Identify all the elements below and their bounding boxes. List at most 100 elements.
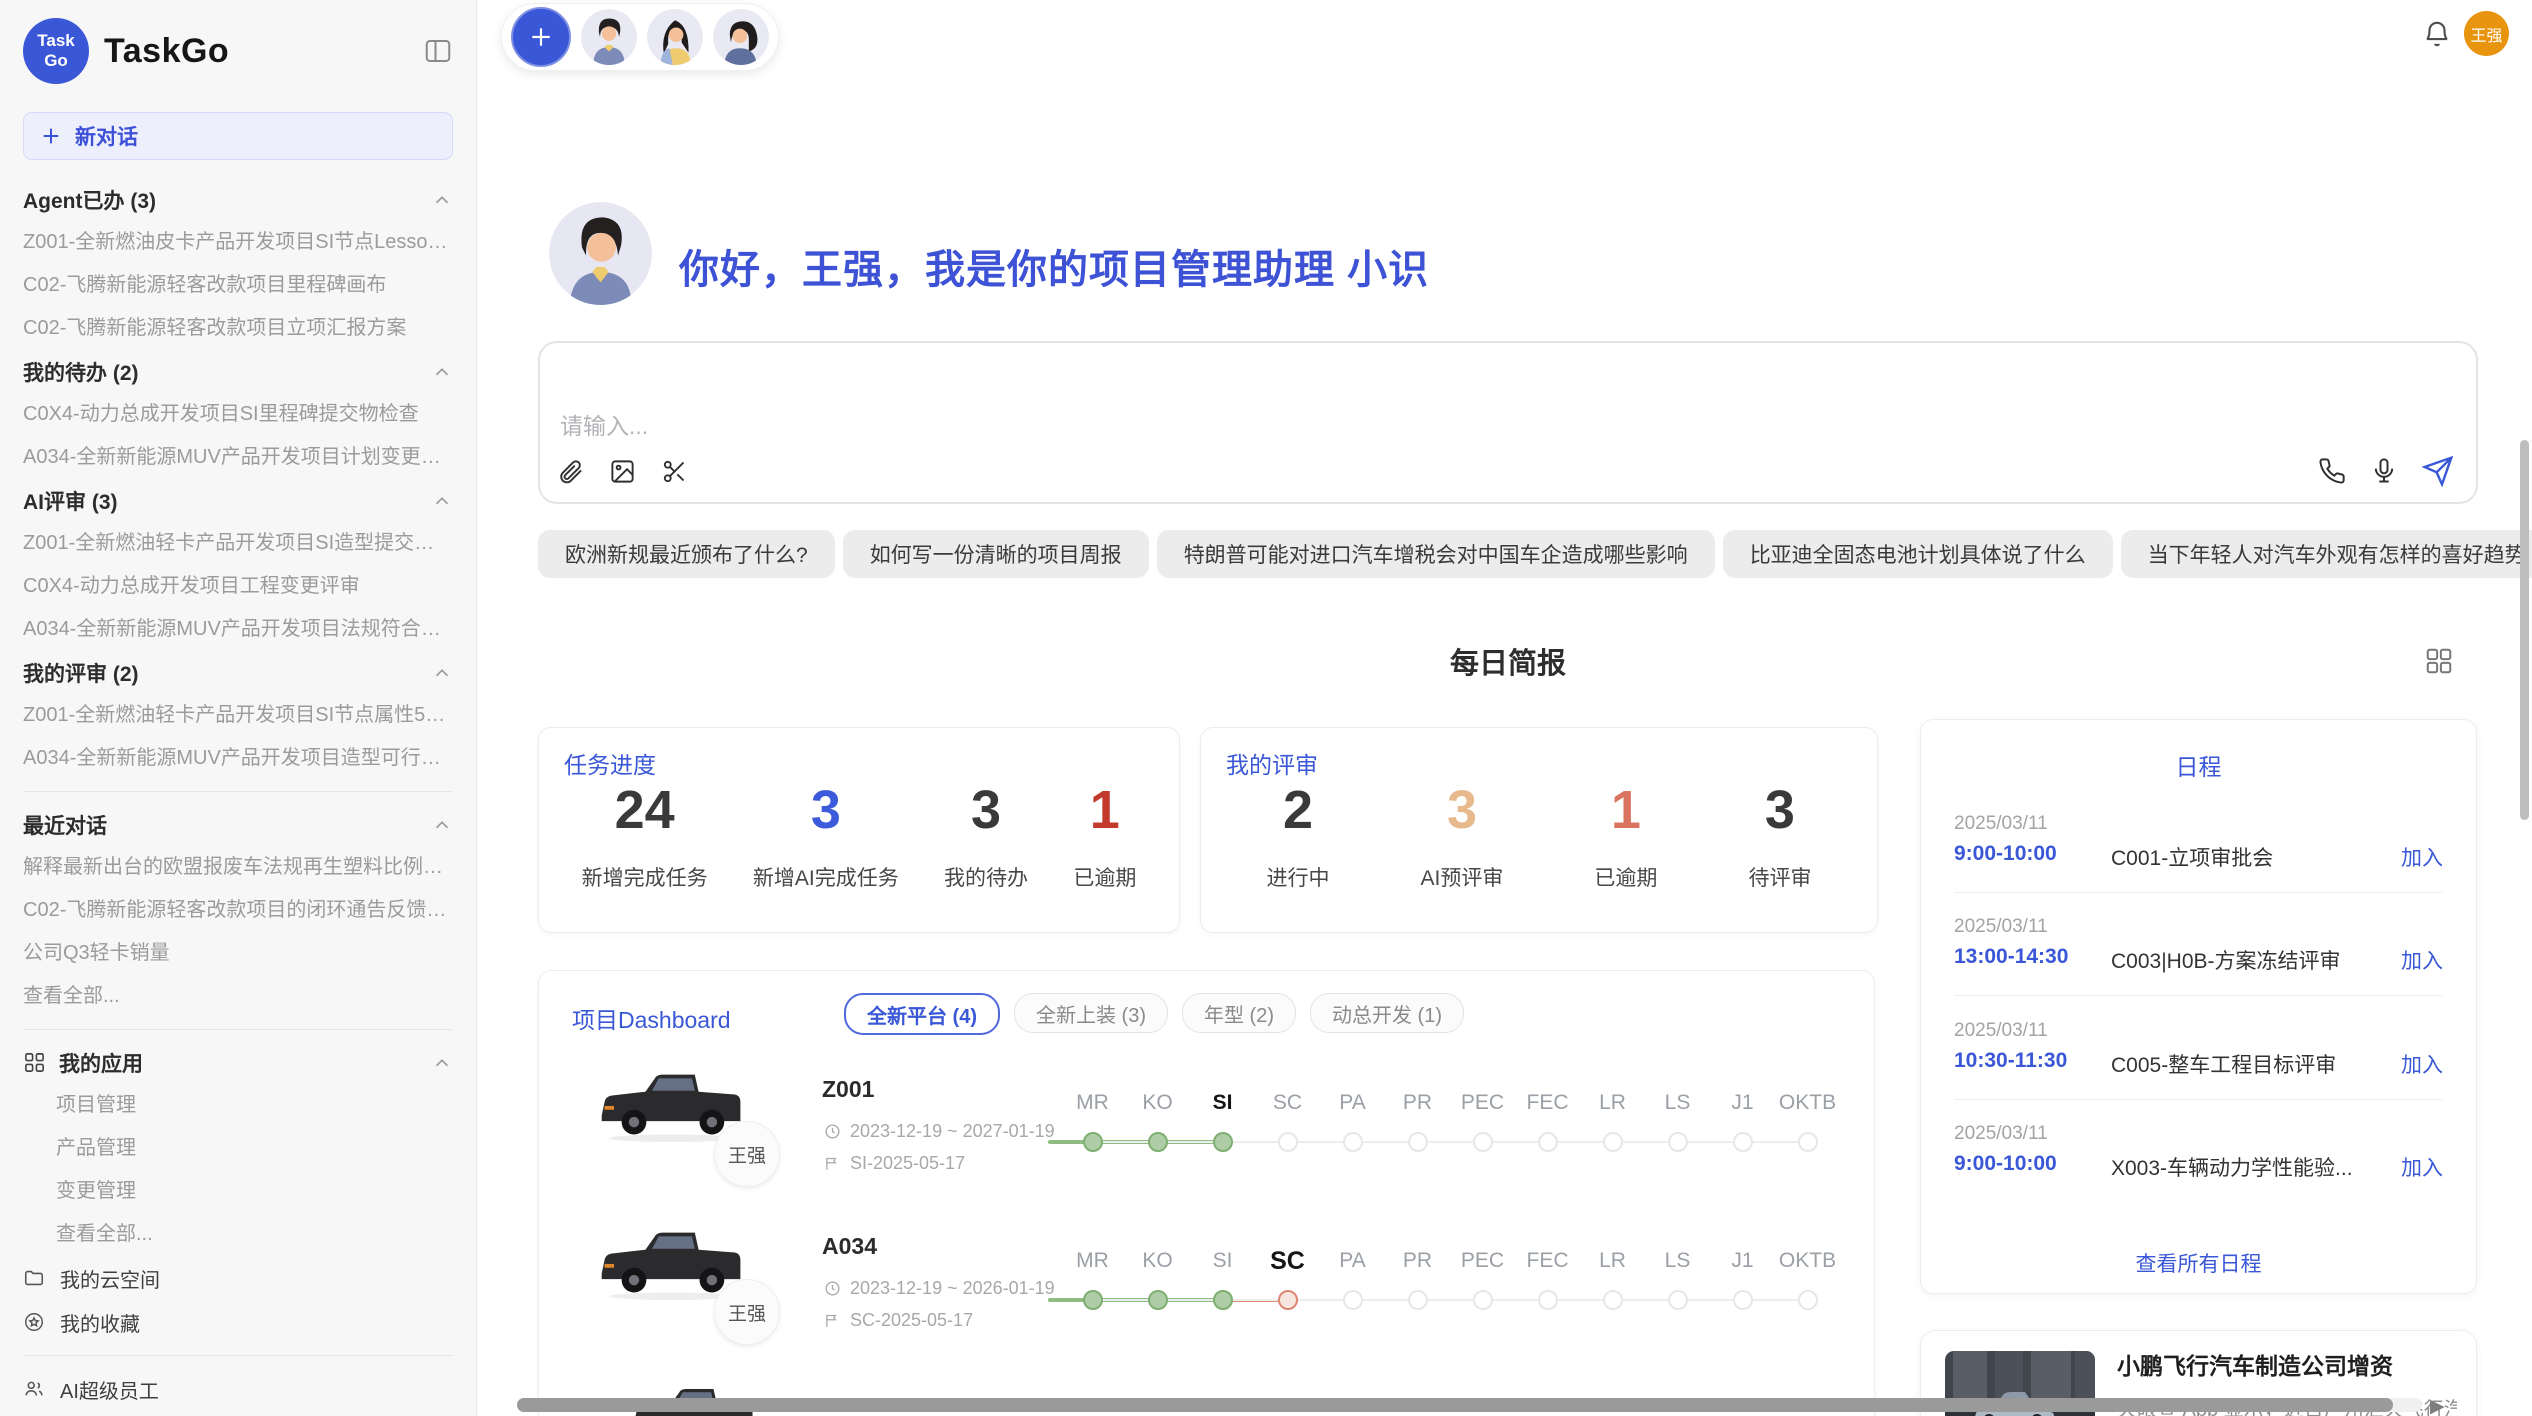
clock-icon [824,1123,841,1140]
milestone-dot-pending [1408,1132,1428,1152]
sidebar-item[interactable]: C02-飞腾新能源轻客改款项目里程碑画布 [23,264,453,307]
sidebar-item-favorites[interactable]: 我的收藏 [23,1300,453,1344]
milestone-dot-pending [1603,1290,1623,1310]
milestone-label: J1 [1710,1089,1775,1117]
sidebar-item[interactable]: A034-全新新能源MUV产品开发项目法规符合性评审 [23,608,453,651]
sidebar-item[interactable]: C0X4-动力总成开发项目工程变更评审 [23,565,453,608]
stat-label: AI预评审 [1421,862,1504,892]
section-my-apps[interactable]: 我的应用 [23,1041,453,1084]
milestone-label: MR [1060,1089,1125,1117]
sidebar-item[interactable]: C02-飞腾新能源轻客改款项目的闭环通告反馈情况 [23,889,453,932]
plus-icon [40,125,62,147]
join-link[interactable]: 加入 [2401,1152,2443,1182]
app-item-change-mgmt[interactable]: 变更管理 [23,1170,453,1213]
horizontal-scrollbar-thumb[interactable] [517,1398,2393,1412]
phone-icon[interactable] [2318,457,2346,485]
sidebar-item[interactable]: C02-飞腾新能源轻客改款项目立项汇报方案 [23,307,453,350]
suggestion-chip[interactable]: 当下年轻人对汽车外观有怎样的喜好趋势 [2121,530,2532,578]
chevron-up-icon[interactable] [431,662,453,684]
section-agent-done[interactable]: Agent已办 (3) [23,178,453,221]
sidebar-item[interactable]: 解释最新出台的欧盟报废车法规再生塑料比例被调至15%... [23,846,453,889]
new-chat-label: 新对话 [75,121,138,151]
flag-text: SI-2025-05-17 [850,1153,965,1174]
chevron-up-icon[interactable] [431,1052,453,1074]
suggestion-chip[interactable]: 比亚迪全固态电池计划具体说了什么 [1723,530,2113,578]
milestone-label: LR [1580,1247,1645,1275]
schedule-time: 9:00-10:00 [1954,842,2057,866]
section-recent-chats[interactable]: 最近对话 [23,803,453,846]
avatar-contact-2[interactable] [647,9,703,65]
milestone-label: LR [1580,1089,1645,1117]
milestone-label: PEC [1450,1089,1515,1117]
chevron-up-icon[interactable] [431,361,453,383]
milestone-dot-done [1083,1132,1103,1152]
sidebar-item-cloud-space[interactable]: 我的云空间 [23,1256,453,1300]
scroll-right-arrow[interactable]: ▶ [2430,1395,2445,1416]
sidebar-item[interactable]: Z001-全新燃油轻卡产品开发项目SI节点属性5D文件评审 [23,694,453,737]
suggestion-chip[interactable]: 特朗普可能对进口汽车增税会对中国车企造成哪些影响 [1157,530,1715,578]
sidebar-item[interactable]: Z001-全新燃油皮卡产品开发项目SI节点Lesson Learn报告 [23,221,453,264]
view-all-schedule-link[interactable]: 查看所有日程 [1921,1248,2476,1278]
avatar-contact-3[interactable] [713,9,769,65]
send-icon[interactable] [2422,455,2454,487]
section-my-review[interactable]: 我的评审 (2) [23,651,453,694]
section-my-todo[interactable]: 我的待办 (2) [23,350,453,393]
assistant-avatar [549,202,652,305]
section-title: 我的待办 (2) [23,357,139,387]
project-code: A034 [822,1233,877,1260]
scissors-icon[interactable] [661,458,688,485]
user-avatar[interactable]: 王强 [2464,11,2509,56]
suggestion-chips: 欧洲新规最近颁布了什么? 如何写一份清晰的项目周报 特朗普可能对进口汽车增税会对… [538,530,2478,578]
milestone-label: SI [1190,1247,1255,1275]
milestone-dot-done [1148,1132,1168,1152]
chevron-up-icon[interactable] [431,490,453,512]
tab-new-body[interactable]: 全新上装 (3) [1014,993,1168,1033]
stat-value: 3 [1421,780,1504,840]
cloud-space-label: 我的云空间 [60,1264,160,1293]
image-icon[interactable] [609,458,636,485]
suggestion-chip[interactable]: 欧洲新规最近颁布了什么? [538,530,835,578]
sidebar-item[interactable]: A034-全新新能源MUV产品开发项目计划变更表编写 [23,436,453,479]
chat-input[interactable] [558,405,2262,467]
sidebar-collapse-icon[interactable] [423,36,453,66]
tab-all-new-platform[interactable]: 全新平台 (4) [844,993,1000,1035]
vertical-scrollbar-thumb[interactable] [2520,440,2529,820]
milestone-label: PEC [1450,1247,1515,1275]
sidebar-item[interactable]: Z001-全新燃油轻卡产品开发项目SI造型提交物评审 [23,522,453,565]
join-link[interactable]: 加入 [2401,1049,2443,1079]
divider [23,1029,453,1030]
chevron-up-icon[interactable] [431,189,453,211]
section-ai-review[interactable]: AI评审 (3) [23,479,453,522]
mic-icon[interactable] [2370,457,2398,485]
sidebar-item[interactable]: 公司Q3轻卡销量 [23,932,453,975]
sidebar-item-help-write[interactable]: 帮我写作 [23,1411,453,1416]
paperclip-icon[interactable] [557,458,584,485]
join-link[interactable]: 加入 [2401,842,2443,872]
stat-ai-prereview: 3 AI预评审 [1421,780,1504,892]
schedule-time: 13:00-14:30 [1954,945,2068,969]
logo-text-bottom: Go [44,51,68,71]
briefing-layout-icon[interactable] [2424,646,2454,676]
app-item-project-mgmt[interactable]: 项目管理 [23,1084,453,1127]
join-link[interactable]: 加入 [2401,945,2443,975]
suggestion-chip[interactable]: 如何写一份清晰的项目周报 [843,530,1149,578]
milestone-track: MRKOSISCPAPRPECFECLRLSJ1OKTB [1060,1247,1840,1310]
chevron-up-icon[interactable] [431,814,453,836]
sidebar-item-ai-employee[interactable]: AI超级员工 [23,1367,453,1411]
dashboard-title: 项目Dashboard [572,1001,731,1035]
view-all-apps[interactable]: 查看全部... [23,1213,453,1256]
add-contact-button[interactable] [511,7,571,67]
app-logo: Task Go [23,18,89,84]
tab-model-year[interactable]: 年型 (2) [1182,993,1296,1033]
milestone-label: SC [1255,1089,1320,1117]
app-item-product-mgmt[interactable]: 产品管理 [23,1127,453,1170]
notification-bell-icon[interactable] [2422,19,2452,49]
sidebar-item[interactable]: C0X4-动力总成开发项目SI里程碑提交物检查 [23,393,453,436]
tab-powertrain[interactable]: 动总开发 (1) [1310,993,1464,1033]
stat-label: 待评审 [1748,862,1811,892]
avatar-contact-1[interactable] [581,9,637,65]
section-title: AI评审 (3) [23,486,118,516]
new-chat-button[interactable]: 新对话 [23,112,453,160]
sidebar-item[interactable]: A034-全新新能源MUV产品开发项目造型可行性评审 [23,737,453,780]
view-all-chats[interactable]: 查看全部... [23,975,453,1018]
